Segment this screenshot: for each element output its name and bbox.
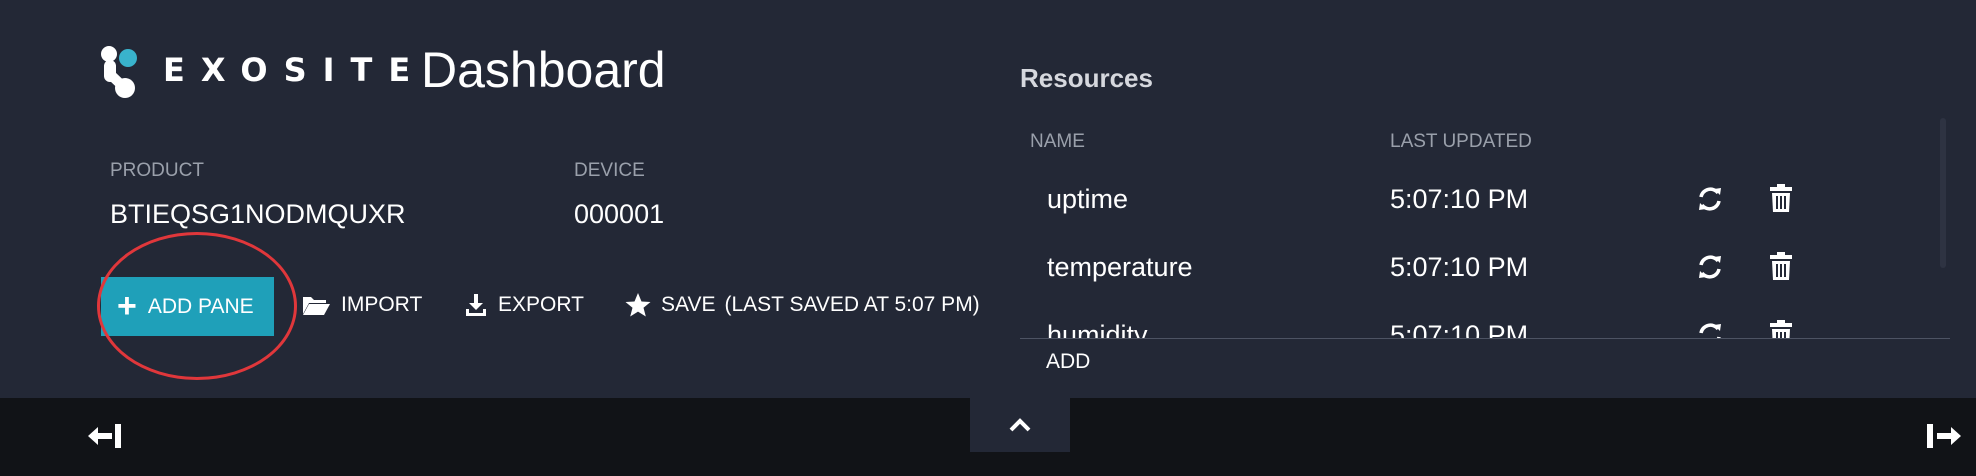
folder-open-icon	[301, 293, 331, 317]
resources-scrollbar[interactable]	[1940, 118, 1946, 268]
resource-row: uptime 5:07:10 PM	[1020, 170, 1920, 238]
column-header-name: NAME	[1030, 131, 1085, 152]
product-label: PRODUCT	[110, 160, 204, 181]
device-value: 000001	[574, 199, 665, 229]
import-button[interactable]: IMPORT	[301, 290, 422, 320]
device-label: DEVICE	[574, 160, 645, 181]
save-button[interactable]: SAVE (LAST SAVED AT 5:07 PM)	[625, 290, 980, 320]
annotation-circle	[97, 232, 297, 380]
resource-last-updated: 5:07:10 PM	[1390, 252, 1529, 282]
refresh-icon[interactable]	[1695, 320, 1725, 338]
expand-right-icon[interactable]	[1925, 422, 1963, 455]
trash-icon[interactable]	[1768, 319, 1794, 338]
resource-last-updated: 5:07:10 PM	[1390, 320, 1529, 338]
save-label: SAVE	[661, 293, 716, 316]
trash-icon[interactable]	[1768, 251, 1794, 286]
chevron-up-icon	[1009, 418, 1031, 432]
bottom-bar	[0, 398, 1976, 476]
collapse-left-icon[interactable]	[86, 422, 124, 455]
refresh-icon[interactable]	[1695, 184, 1725, 219]
import-label: IMPORT	[341, 293, 423, 316]
brand-name: EXOSITE	[163, 51, 427, 89]
add-resource-button[interactable]: ADD	[1046, 350, 1090, 374]
column-header-last-updated: LAST UPDATED	[1390, 131, 1532, 152]
resource-name: humidity	[1047, 320, 1148, 338]
exosite-logo-icon	[101, 46, 137, 98]
star-icon	[625, 292, 651, 318]
refresh-icon[interactable]	[1695, 252, 1725, 287]
resource-name: uptime	[1047, 184, 1129, 214]
last-saved-text: (LAST SAVED AT 5:07 PM)	[724, 293, 980, 316]
trash-icon[interactable]	[1768, 183, 1794, 218]
resource-last-updated: 5:07:10 PM	[1390, 184, 1529, 214]
download-icon	[464, 292, 488, 318]
page-title: Dashboard	[421, 42, 666, 98]
resource-name: temperature	[1047, 252, 1193, 282]
header-toggle-button[interactable]	[970, 398, 1070, 452]
export-label: EXPORT	[498, 293, 584, 316]
dashboard-header-panel: EXOSITE Dashboard PRODUCT BTIEQSG1NODMQU…	[0, 0, 1976, 398]
resources-list[interactable]: uptime 5:07:10 PM temperature 5:07:10 PM…	[1020, 170, 1950, 338]
product-value: BTIEQSG1NODMQUXR	[110, 199, 406, 229]
export-button[interactable]: EXPORT	[464, 290, 584, 320]
resources-title: Resources	[1020, 63, 1153, 93]
resource-row: temperature 5:07:10 PM	[1020, 238, 1920, 306]
resource-row: humidity 5:07:10 PM	[1020, 306, 1920, 338]
resources-divider	[1020, 338, 1950, 339]
